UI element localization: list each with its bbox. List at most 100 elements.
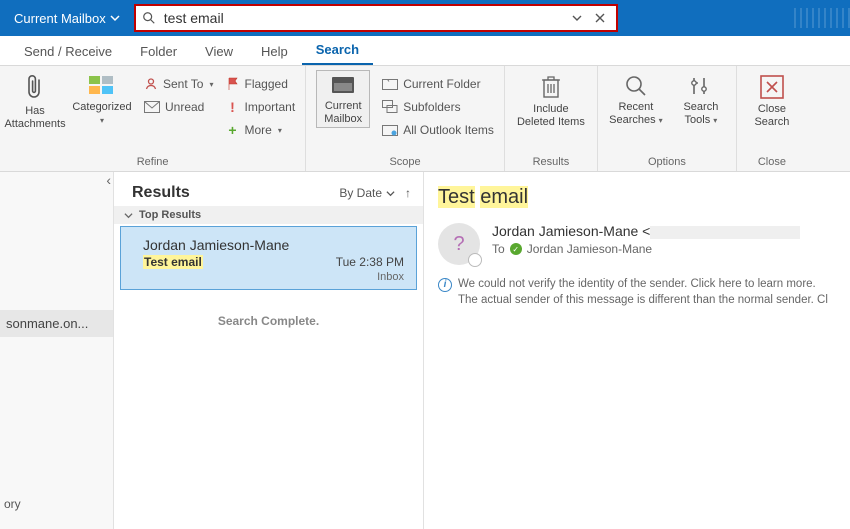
subject-highlight: Test <box>438 186 475 208</box>
subject-highlight: email <box>480 186 528 208</box>
flagged-label: Flagged <box>245 77 288 91</box>
chevron-down-icon: ▾ <box>659 116 663 125</box>
to-name: Jordan Jamieson-Mane <box>527 242 652 256</box>
chevron-down-icon: ▾ <box>713 116 717 125</box>
chevron-down-icon <box>124 211 133 220</box>
plus-icon: + <box>226 122 240 138</box>
result-from: Jordan Jamieson-Mane <box>143 237 404 253</box>
search-box[interactable] <box>134 4 618 32</box>
warning-line-1: We could not verify the identity of the … <box>458 277 828 293</box>
sent-to-button[interactable]: Sent To ▾ <box>144 74 214 94</box>
search-dropdown-icon[interactable] <box>572 13 594 23</box>
reading-pane: Test email ? Jordan Jamieson-Mane < To ✓… <box>424 172 850 529</box>
search-scope-dropdown[interactable]: Current Mailbox <box>6 4 128 32</box>
tab-search[interactable]: Search <box>302 36 373 65</box>
sort-direction-button[interactable]: ↑ <box>405 186 411 200</box>
history-fragment: ory <box>4 497 21 511</box>
ribbon: Has Attachments Categorized ▾ Sent To ▾ Un… <box>0 66 850 172</box>
folder-icon <box>382 78 398 90</box>
recent-searches-label: Recent Searches <box>609 101 655 126</box>
chevron-down-icon: ▾ <box>209 80 213 89</box>
unread-label: Unread <box>165 100 204 114</box>
person-icon <box>144 77 158 91</box>
sort-dropdown[interactable]: By Date <box>339 186 395 200</box>
subfolders-label: Subfolders <box>403 100 460 114</box>
ribbon-group-options: Recent Searches ▾ Search Tools ▾ Options <box>598 66 737 171</box>
sender-warning[interactable]: i We could not verify the identity of th… <box>438 277 850 308</box>
current-mailbox-button[interactable]: Current Mailbox <box>316 70 370 128</box>
redacted-address <box>650 226 800 239</box>
more-button[interactable]: + More▾ <box>226 120 296 140</box>
account-node[interactable]: sonmane.on... <box>0 310 113 337</box>
trash-icon <box>540 74 562 100</box>
current-mailbox-label: Current Mailbox <box>324 100 362 125</box>
ribbon-group-refine: Has Attachments Categorized ▾ Sent To ▾ Un… <box>0 66 306 171</box>
chevron-down-icon <box>386 189 395 198</box>
app-grip-icon <box>794 8 850 28</box>
search-tools-button[interactable]: Search Tools ▾ <box>676 70 726 126</box>
important-label: Important <box>245 100 296 114</box>
include-deleted-button[interactable]: Include Deleted Items <box>515 70 587 128</box>
to-label: To <box>492 242 505 256</box>
group-label-refine: Refine <box>10 154 295 171</box>
top-results-label: Top Results <box>139 209 201 221</box>
envelope-icon <box>144 101 160 113</box>
current-folder-button[interactable]: Current Folder <box>382 74 494 94</box>
all-items-icon <box>382 124 398 136</box>
result-time: Tue 2:38 PM <box>336 255 404 269</box>
has-attachments-button[interactable]: Has Attachments <box>10 70 60 130</box>
group-label-options: Options <box>608 154 726 171</box>
clear-search-button[interactable] <box>594 12 616 24</box>
chevron-down-icon: ▾ <box>100 116 104 125</box>
all-outlook-items-button[interactable]: All Outlook Items <box>382 120 494 140</box>
ribbon-group-results: Include Deleted Items Results <box>505 66 598 171</box>
categorized-label: Categorized <box>72 101 131 113</box>
more-label: More <box>245 123 272 137</box>
group-label-scope: Scope <box>316 154 494 171</box>
search-complete-text: Search Complete. <box>114 314 423 328</box>
close-search-label: Close Search <box>754 103 789 128</box>
results-list: Results By Date ↑ Top Results Jordan Jam… <box>114 172 424 529</box>
group-label-close: Close <box>747 154 797 171</box>
important-button[interactable]: ! Important <box>226 97 296 117</box>
has-attachments-label: Has Attachments <box>4 105 65 130</box>
ribbon-tabs: Send / Receive Folder View Help Search <box>0 36 850 66</box>
collapse-pane-icon[interactable]: ‹ <box>106 172 111 188</box>
subfolders-button[interactable]: Subfolders <box>382 97 494 117</box>
group-label-results: Results <box>515 154 587 171</box>
recipient-line: To ✓ Jordan Jamieson-Mane <box>492 242 800 256</box>
chevron-down-icon <box>110 13 120 23</box>
top-results-header[interactable]: Top Results <box>114 206 423 224</box>
search-input[interactable] <box>162 9 572 27</box>
sent-to-label: Sent To <box>163 77 203 91</box>
main-area: ‹ sonmane.on... ory Results By Date ↑ To… <box>0 172 850 529</box>
tab-folder[interactable]: Folder <box>126 38 191 65</box>
search-history-icon <box>624 74 648 98</box>
folder-pane[interactable]: ‹ sonmane.on... ory <box>0 172 114 529</box>
tab-send-receive[interactable]: Send / Receive <box>10 38 126 65</box>
results-heading: Results <box>132 184 339 202</box>
mailbox-icon <box>329 74 357 98</box>
result-item[interactable]: Jordan Jamieson-Mane Test email Tue 2:38… <box>120 226 417 290</box>
flagged-button[interactable]: Flagged <box>226 74 296 94</box>
ribbon-group-scope: Current Mailbox Current Folder Subfolder… <box>306 66 505 171</box>
search-icon <box>142 11 156 25</box>
unread-button[interactable]: Unread <box>144 97 214 117</box>
attachment-icon <box>24 74 46 102</box>
subfolders-icon <box>382 100 398 114</box>
recent-searches-button[interactable]: Recent Searches ▾ <box>608 70 664 126</box>
categorized-button[interactable]: Categorized ▾ <box>72 70 132 126</box>
ribbon-group-close: Close Search Close <box>737 66 807 171</box>
important-icon: ! <box>226 99 240 115</box>
current-folder-label: Current Folder <box>403 77 480 91</box>
sender-avatar[interactable]: ? <box>438 223 480 265</box>
result-subject: Test email <box>143 255 203 269</box>
search-scope-label: Current Mailbox <box>14 11 106 26</box>
close-search-button[interactable]: Close Search <box>747 70 797 128</box>
tab-view[interactable]: View <box>191 38 247 65</box>
close-icon <box>759 74 785 100</box>
tools-icon <box>689 74 713 98</box>
verified-icon: ✓ <box>510 243 522 255</box>
sender-name-line: Jordan Jamieson-Mane < <box>492 223 800 239</box>
tab-help[interactable]: Help <box>247 38 302 65</box>
